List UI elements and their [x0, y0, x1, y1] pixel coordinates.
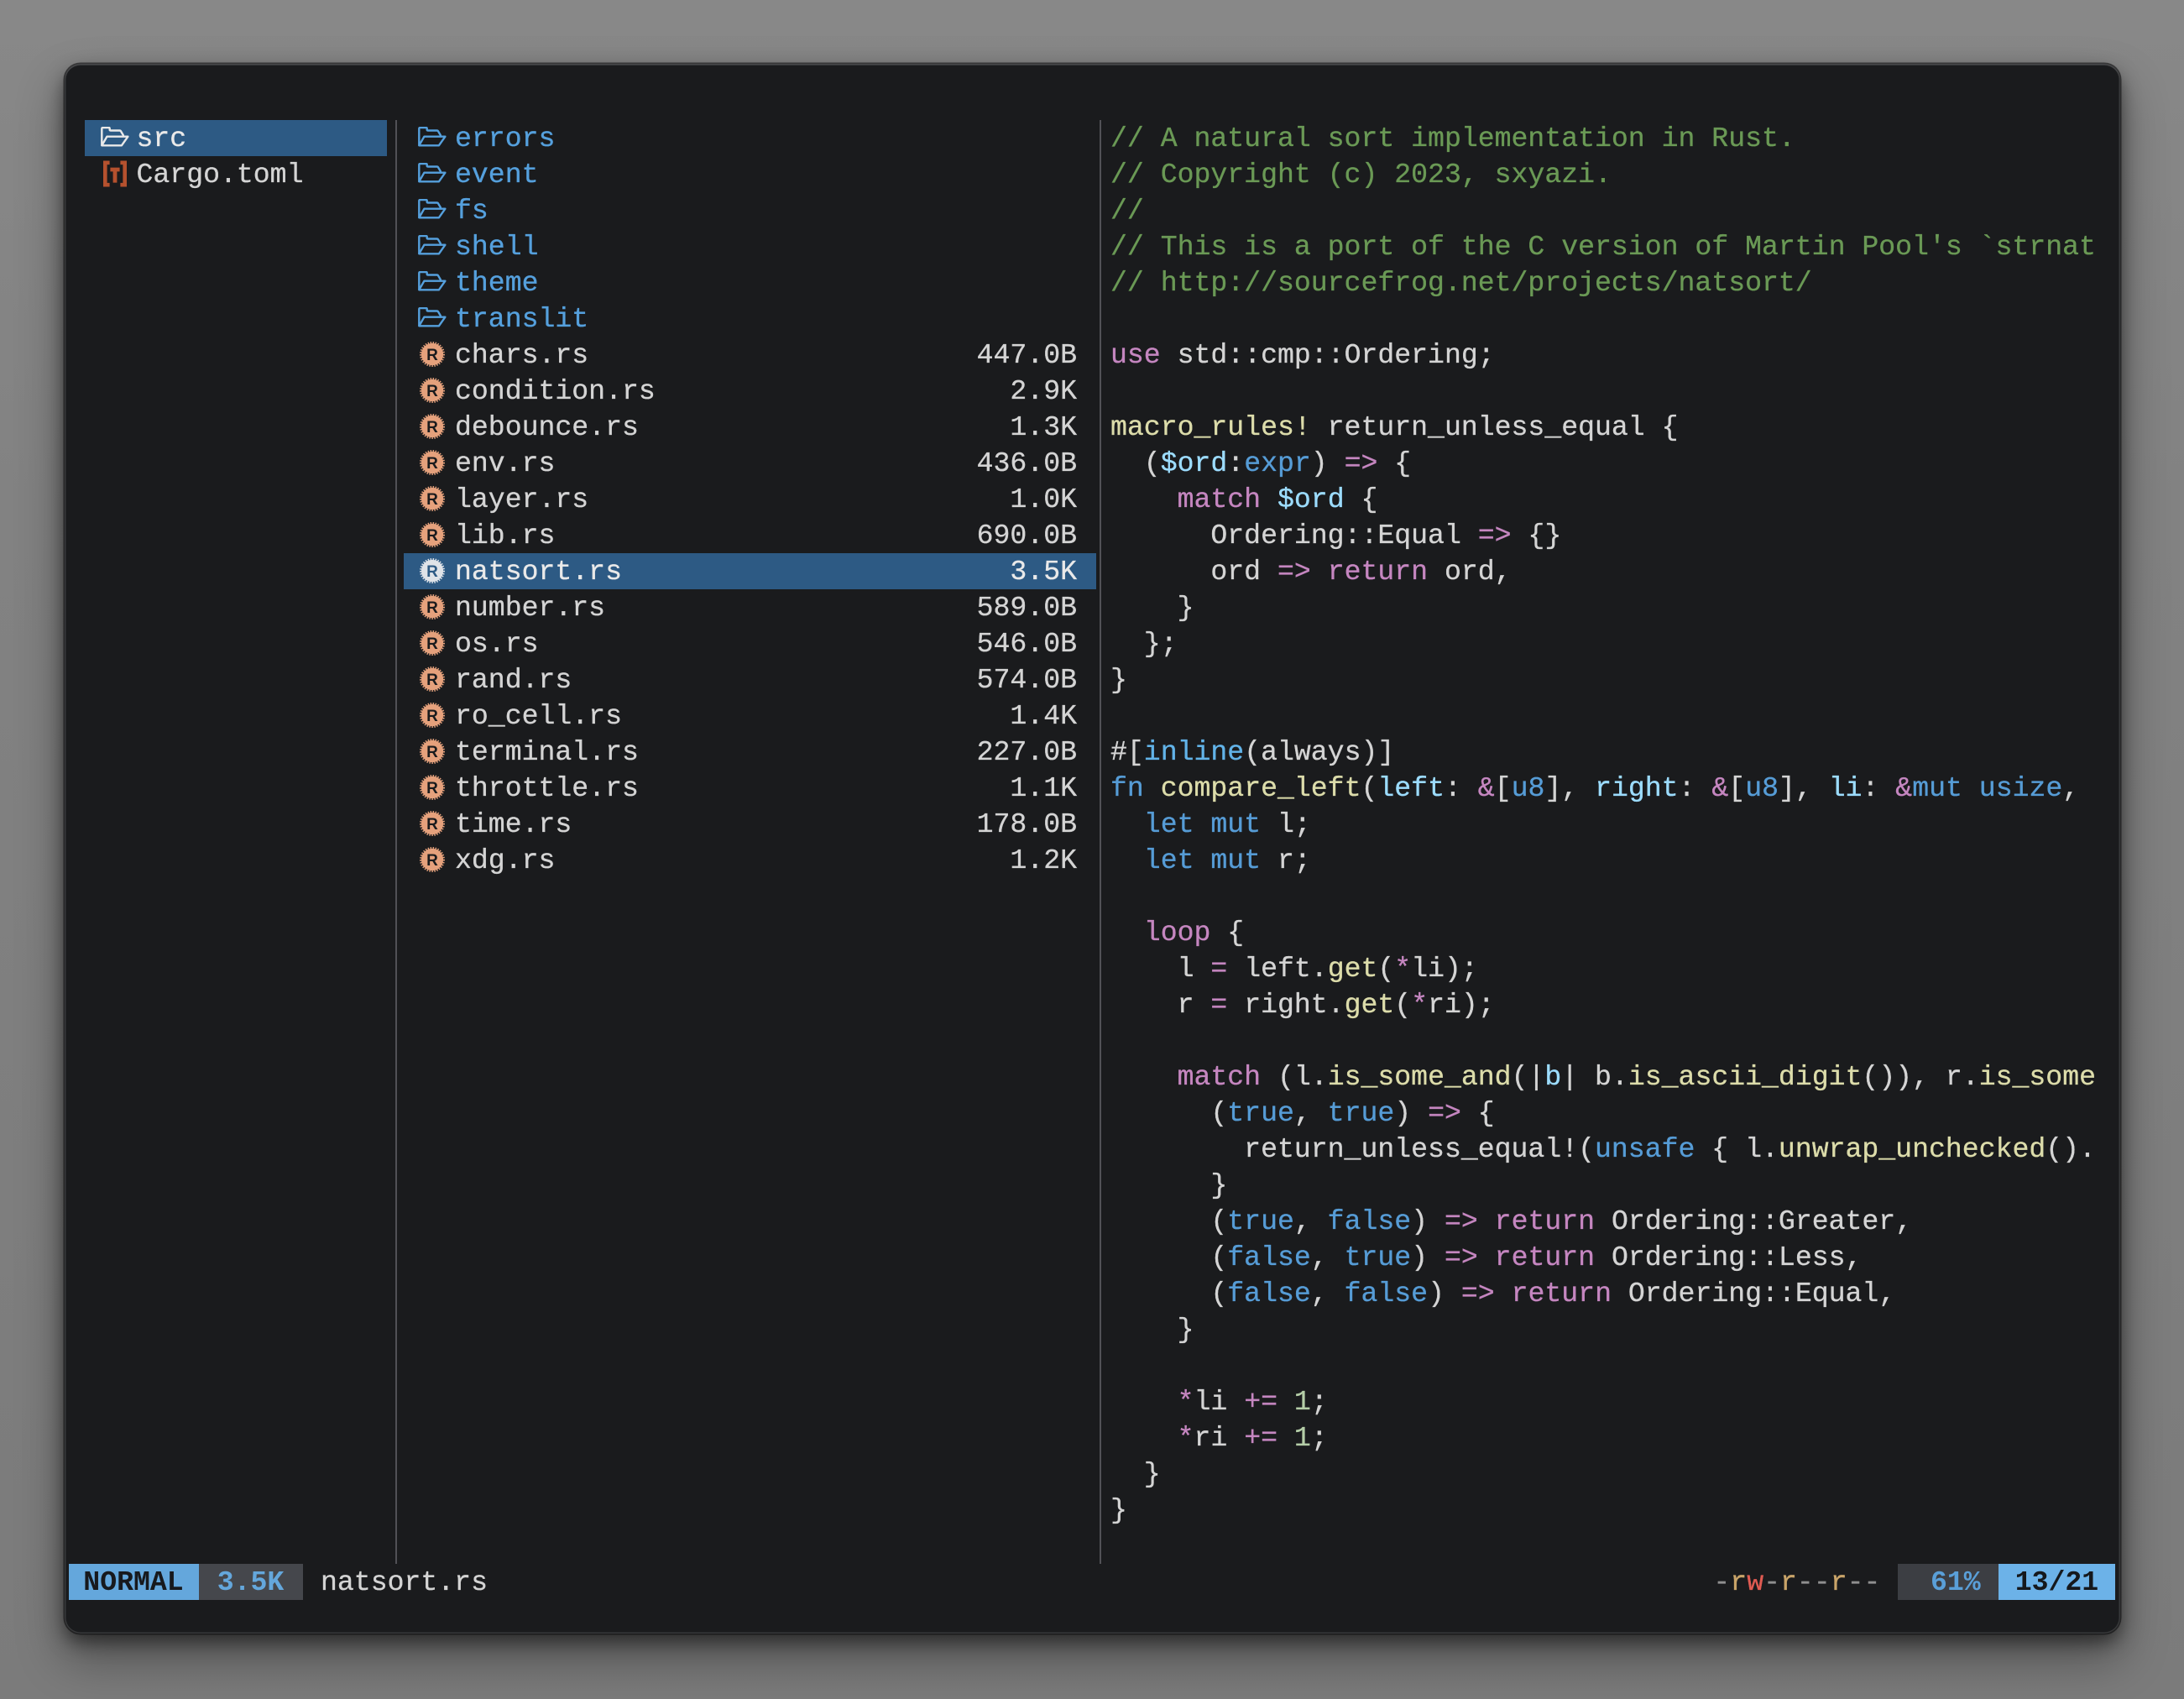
- svg-text:R: R: [426, 780, 438, 797]
- svg-text:R: R: [426, 347, 438, 364]
- svg-text:R: R: [426, 708, 438, 725]
- svg-text:R: R: [426, 419, 438, 437]
- svg-text:R: R: [426, 563, 438, 581]
- svg-text:R: R: [426, 599, 438, 617]
- svg-text:R: R: [426, 672, 438, 689]
- svg-text:R: R: [426, 744, 438, 761]
- svg-text:R: R: [426, 491, 438, 509]
- svg-text:R: R: [426, 527, 438, 545]
- svg-text:R: R: [426, 635, 438, 653]
- svg-text:R: R: [426, 383, 438, 400]
- svg-text:R: R: [426, 816, 438, 834]
- svg-text:R: R: [426, 455, 438, 473]
- svg-text:R: R: [426, 852, 438, 870]
